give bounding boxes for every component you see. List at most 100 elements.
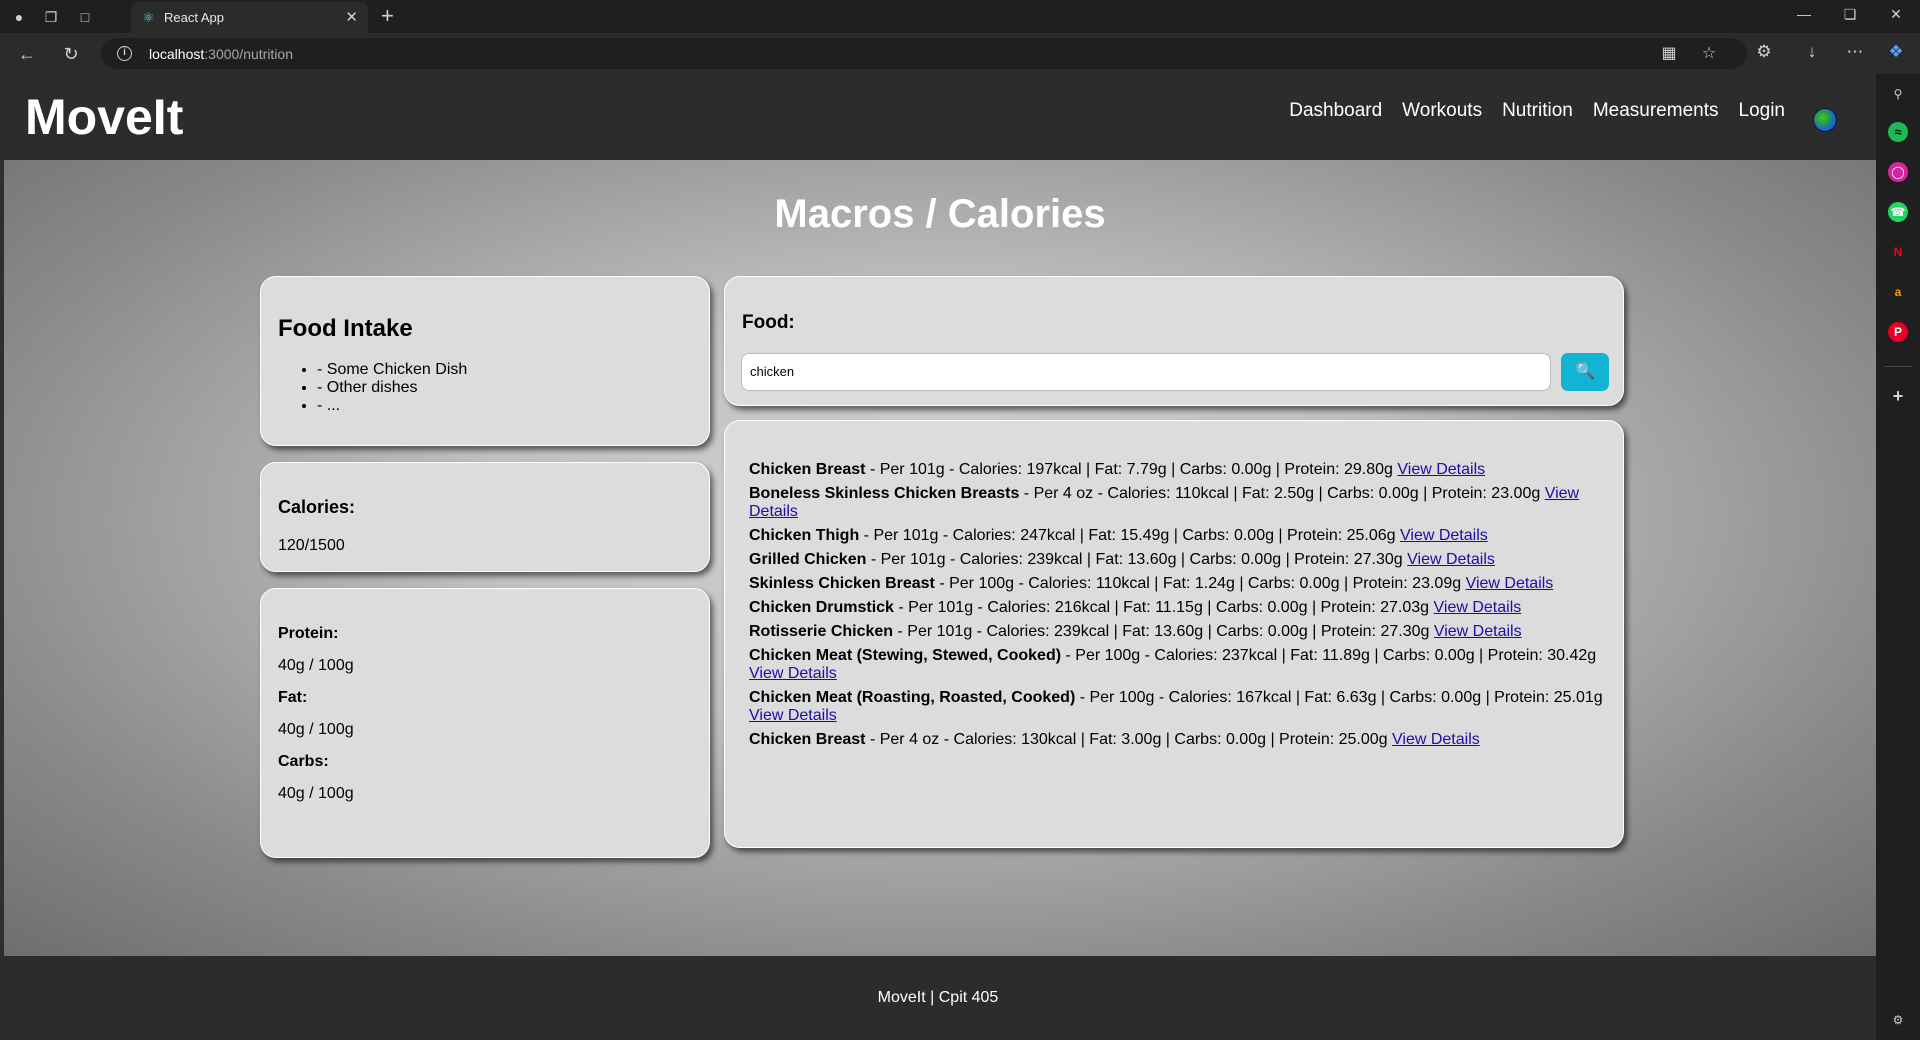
view-details-link[interactable]: View Details xyxy=(1392,731,1480,748)
view-details-link[interactable]: View Details xyxy=(749,707,837,724)
food-result-details: - Per 101g - Calories: 216kcal | Fat: 11… xyxy=(893,599,1434,616)
netflix-icon[interactable]: N xyxy=(1888,242,1908,262)
app-logo[interactable]: MoveIt xyxy=(25,88,183,146)
browser-tab[interactable]: ⚛ React App ✕ xyxy=(131,2,368,33)
refresh-icon[interactable]: ↻ xyxy=(60,43,82,65)
food-result-details: - Per 100g - Calories: 167kcal | Fat: 6.… xyxy=(1075,689,1603,706)
tab-actions-icon[interactable]: □ xyxy=(74,6,96,28)
food-result-name: Rotisserie Chicken xyxy=(749,623,894,640)
view-details-link[interactable]: View Details xyxy=(1434,623,1522,640)
browser-tab-strip: ● ❐ □ ⚛ React App ✕ + — ❏ ✕ xyxy=(0,0,1920,33)
list-item: - ... xyxy=(317,397,467,415)
food-result-details: - Per 4 oz - Calories: 130kcal | Fat: 3.… xyxy=(865,731,1393,748)
food-result-details: - Per 100g - Calories: 110kcal | Fat: 1.… xyxy=(934,575,1466,592)
food-search-input[interactable]: chicken xyxy=(741,353,1551,391)
back-icon[interactable]: ← xyxy=(16,43,38,65)
food-result-details: - Per 100g - Calories: 237kcal | Fat: 11… xyxy=(1061,647,1597,664)
food-result-name: Chicken Drumstick xyxy=(749,599,894,616)
food-result-item: Chicken Breast - Per 101g - Calories: 19… xyxy=(749,461,1609,479)
food-results-list: Chicken Breast - Per 101g - Calories: 19… xyxy=(749,461,1609,755)
url-host: localhost xyxy=(149,46,205,62)
calories-card: Calories: 120/1500 xyxy=(260,462,710,572)
protein-value: 40g / 100g xyxy=(278,657,354,674)
favorite-star-icon[interactable]: ☆ xyxy=(1698,43,1720,63)
pinterest-icon[interactable]: P xyxy=(1888,322,1908,342)
fat-value: 40g / 100g xyxy=(278,721,354,738)
nav-dashboard[interactable]: Dashboard xyxy=(1289,100,1382,122)
search-button[interactable]: 🔍 xyxy=(1561,353,1609,391)
more-menu-icon[interactable]: ⋯ xyxy=(1843,42,1867,62)
food-results-card: Chicken Breast - Per 101g - Calories: 19… xyxy=(724,420,1624,848)
view-details-link[interactable]: View Details xyxy=(1434,599,1522,616)
food-result-details: - Per 4 oz - Calories: 110kcal | Fat: 2.… xyxy=(1019,485,1545,502)
food-result-item: Chicken Thigh - Per 101g - Calories: 247… xyxy=(749,527,1609,545)
food-result-item: Skinless Chicken Breast - Per 100g - Cal… xyxy=(749,575,1609,593)
extensions-icon[interactable]: ⚙ xyxy=(1752,42,1776,62)
list-item: - Other dishes xyxy=(317,379,467,397)
food-result-item: Chicken Breast - Per 4 oz - Calories: 13… xyxy=(749,731,1609,749)
new-tab-icon[interactable]: + xyxy=(381,4,394,28)
site-info-icon[interactable]: i xyxy=(117,46,132,61)
workspaces-icon[interactable]: ❐ xyxy=(40,6,62,28)
food-result-item: Chicken Meat (Stewing, Stewed, Cooked) -… xyxy=(749,647,1609,683)
browser-sidebar: ⚲ ≈ ◯ ☎ N a P + ⚙ xyxy=(1876,74,1920,1040)
view-details-link[interactable]: View Details xyxy=(1407,551,1495,568)
view-details-link[interactable]: View Details xyxy=(1400,527,1488,544)
sidebar-divider xyxy=(1884,366,1912,367)
food-result-name: Chicken Thigh xyxy=(749,527,860,544)
add-icon[interactable]: + xyxy=(1888,386,1908,406)
food-result-name: Chicken Meat (Roasting, Roasted, Cooked) xyxy=(749,689,1076,706)
food-result-item: Grilled Chicken - Per 101g - Calories: 2… xyxy=(749,551,1609,569)
food-result-details: - Per 101g - Calories: 239kcal | Fat: 13… xyxy=(866,551,1408,568)
food-search-card: Food: chicken 🔍 xyxy=(724,276,1624,406)
food-intake-title: Food Intake xyxy=(278,315,413,342)
food-result-name: Skinless Chicken Breast xyxy=(749,575,935,592)
nav-login[interactable]: Login xyxy=(1739,100,1786,122)
calories-value: 120/1500 xyxy=(278,537,345,554)
list-item: - Some Chicken Dish xyxy=(317,361,467,379)
food-result-item: Chicken Drumstick - Per 101g - Calories:… xyxy=(749,599,1609,617)
food-result-item: Boneless Skinless Chicken Breasts - Per … xyxy=(749,485,1609,521)
page-title: Macros / Calories xyxy=(774,192,1106,236)
carbs-label: Carbs: xyxy=(278,753,329,770)
close-window-icon[interactable]: ✕ xyxy=(1886,6,1906,23)
food-result-name: Chicken Breast xyxy=(749,731,866,748)
globe-icon[interactable] xyxy=(1813,108,1837,132)
search-icon[interactable]: ⚲ xyxy=(1888,84,1908,104)
copilot-icon[interactable]: ❖ xyxy=(1884,42,1908,62)
view-details-link[interactable]: View Details xyxy=(749,665,837,682)
view-details-link[interactable]: View Details xyxy=(1466,575,1554,592)
food-result-item: Chicken Meat (Roasting, Roasted, Cooked)… xyxy=(749,689,1609,725)
app-header: MoveIt Dashboard Workouts Nutrition Meas… xyxy=(0,74,1876,160)
url-text[interactable]: localhost:3000/nutrition xyxy=(149,46,293,62)
close-tab-icon[interactable]: ✕ xyxy=(345,8,358,26)
calories-label: Calories: xyxy=(278,497,356,517)
url-path: :3000/nutrition xyxy=(204,46,293,62)
restore-icon[interactable]: ❏ xyxy=(1840,6,1860,23)
macros-card: Protein: 40g / 100g Fat: 40g / 100g Carb… xyxy=(260,588,710,858)
whatsapp-icon[interactable]: ☎ xyxy=(1888,202,1908,222)
view-details-link[interactable]: View Details xyxy=(1397,461,1485,478)
food-result-details: - Per 101g - Calories: 247kcal | Fat: 15… xyxy=(859,527,1400,544)
nav-workouts[interactable]: Workouts xyxy=(1402,100,1482,122)
minimize-icon[interactable]: — xyxy=(1794,6,1814,22)
nav-measurements[interactable]: Measurements xyxy=(1593,100,1719,122)
protein-label: Protein: xyxy=(278,625,339,642)
profile-icon[interactable]: ● xyxy=(8,6,30,28)
nav-nutrition[interactable]: Nutrition xyxy=(1502,100,1573,122)
main-content: Macros / Calories Food Intake - Some Chi… xyxy=(4,160,1876,956)
food-intake-list: - Some Chicken Dish - Other dishes - ... xyxy=(317,361,467,415)
food-result-name: Chicken Breast xyxy=(749,461,866,478)
settings-icon[interactable]: ⚙ xyxy=(1888,1010,1908,1030)
address-toolbar: ← ↻ i localhost:3000/nutrition ▦ ☆ ⚙ ↓ ⋯… xyxy=(0,33,1920,74)
app-available-icon[interactable]: ▦ xyxy=(1658,43,1680,63)
food-label: Food: xyxy=(742,312,795,333)
amazon-icon[interactable]: a xyxy=(1888,282,1908,302)
address-bar[interactable]: i localhost:3000/nutrition ▦ ☆ xyxy=(101,38,1747,69)
search-icon: 🔍 xyxy=(1575,363,1595,380)
downloads-icon[interactable]: ↓ xyxy=(1800,42,1824,62)
instagram-icon[interactable]: ◯ xyxy=(1888,162,1908,182)
carbs-value: 40g / 100g xyxy=(278,785,354,802)
spotify-icon[interactable]: ≈ xyxy=(1888,122,1908,142)
app-footer: MoveIt | Cpit 405 xyxy=(0,956,1876,1040)
